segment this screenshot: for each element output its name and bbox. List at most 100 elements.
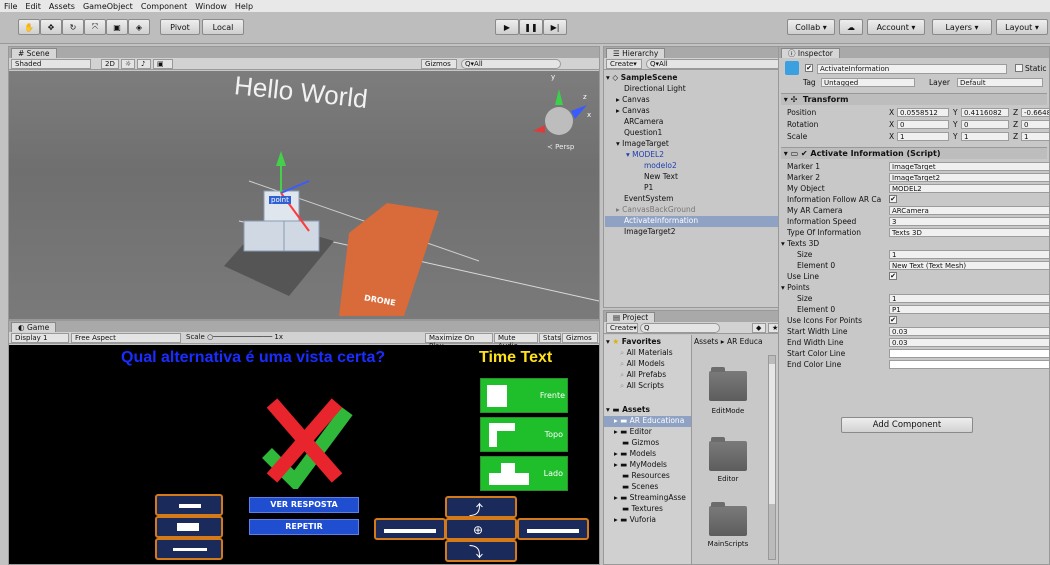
menu-edit[interactable]: Edit xyxy=(25,2,41,11)
transform-header[interactable]: ▾ ✣ Transform xyxy=(781,93,1047,105)
label-filter-icon[interactable]: ◆ xyxy=(752,323,766,333)
scale-z-field[interactable]: 1 xyxy=(1021,132,1049,141)
zoom-in-button[interactable] xyxy=(155,494,223,516)
asset-folder[interactable]: ▬ Textures xyxy=(622,504,663,513)
hierarchy-item[interactable]: ▾ ImageTarget xyxy=(616,139,669,148)
asset-folder-selected[interactable]: ▸ ▬ AR Educationa xyxy=(614,416,684,425)
assets-header[interactable]: ▾ ▬ Assets xyxy=(606,405,650,414)
my-object-field[interactable]: MODEL2 xyxy=(889,184,1049,193)
texts-size-field[interactable]: 1 xyxy=(889,250,1049,259)
use-line-checkbox[interactable]: ✔ xyxy=(889,272,897,280)
texts3d-foldout[interactable]: ▾ Texts 3D xyxy=(781,238,1045,249)
folder-icon[interactable] xyxy=(709,367,747,401)
center-button[interactable]: ⊕ xyxy=(445,518,517,540)
hierarchy-item[interactable]: New Text xyxy=(644,172,678,181)
marker1-field[interactable]: ImageTarget xyxy=(889,162,1049,171)
static-checkbox[interactable] xyxy=(1015,64,1023,72)
position-z-field[interactable]: -0.66483 xyxy=(1021,108,1049,117)
maximize-on-play-toggle[interactable]: Maximize On Play xyxy=(425,333,493,350)
add-component-button[interactable]: Add Component xyxy=(841,417,973,433)
position-y-field[interactable]: 0.4116082 xyxy=(961,108,1009,117)
end-width-field[interactable]: 0.03 xyxy=(889,338,1049,347)
project-create-button[interactable]: Create▾ xyxy=(606,323,638,333)
ar-camera-field[interactable]: ARCamera xyxy=(889,206,1049,215)
hand-tool-icon[interactable]: ✋ xyxy=(18,19,40,35)
scale-x-field[interactable]: 1 xyxy=(897,132,949,141)
asset-folder[interactable]: ▬ Resources xyxy=(622,471,670,480)
rotate-up-button[interactable]: ⤴ xyxy=(445,496,517,519)
info-type-dropdown[interactable]: Texts 3D xyxy=(889,228,1049,237)
menu-component[interactable]: Component xyxy=(141,2,187,11)
game-viewport[interactable]: Qual alternativa é uma vista certa? Time… xyxy=(9,345,599,564)
audio-icon[interactable]: ♪ xyxy=(137,59,151,69)
play-icon[interactable]: ▶ xyxy=(495,19,519,35)
asset-folder[interactable]: ▸ ▬ StreamingAsse xyxy=(614,493,686,502)
aspect-dropdown[interactable]: Free Aspect xyxy=(71,333,181,343)
script-header[interactable]: ▾ ▭ ✔ Activate Information (Script) xyxy=(781,147,1047,159)
lado-button[interactable]: Lado xyxy=(480,456,568,491)
rotate-right-button[interactable] xyxy=(517,518,589,540)
favorite-item[interactable]: ⌕ All Scripts xyxy=(620,381,664,391)
object-name-field[interactable]: ActivateInformation xyxy=(817,64,1007,74)
step-icon[interactable]: ▶| xyxy=(543,19,567,35)
menu-assets[interactable]: Assets xyxy=(49,2,75,11)
rotate-left-button[interactable] xyxy=(374,518,446,540)
start-color-field[interactable] xyxy=(889,349,1049,358)
rotation-z-field[interactable]: 0 xyxy=(1021,120,1049,129)
hierarchy-item[interactable]: ▸ Canvas xyxy=(616,95,650,104)
hierarchy-item[interactable]: ARCamera xyxy=(624,117,663,126)
2d-toggle[interactable]: 2D xyxy=(101,59,119,69)
follow-ar-checkbox[interactable]: ✔ xyxy=(889,195,897,203)
menu-window[interactable]: Window xyxy=(195,2,227,11)
hierarchy-item[interactable]: ▸ Canvas xyxy=(616,106,650,115)
rotate-down-button[interactable]: ⤵ xyxy=(445,540,517,562)
scene-viewport[interactable]: Hello World point DRONE y z x ≺ Persp xyxy=(9,70,599,319)
use-icons-checkbox[interactable]: ✔ xyxy=(889,316,897,324)
repetir-button[interactable]: REPETIR xyxy=(249,519,359,535)
tab-scene[interactable]: # Scene xyxy=(11,48,57,58)
hierarchy-item[interactable]: P1 xyxy=(644,183,653,192)
tag-dropdown[interactable]: Untagged xyxy=(821,78,915,87)
tab-game[interactable]: ◐ Game xyxy=(11,322,57,332)
topo-button[interactable]: Topo xyxy=(480,417,568,452)
move-tool-icon[interactable]: ✥ xyxy=(40,19,62,35)
favorite-item[interactable]: ⌕ All Materials xyxy=(620,348,673,358)
info-speed-field[interactable]: 3 xyxy=(889,217,1049,226)
favorite-item[interactable]: ⌕ All Prefabs xyxy=(620,370,666,380)
rotate-tool-icon[interactable]: ↻ xyxy=(62,19,84,35)
display-dropdown[interactable]: Display 1 xyxy=(11,333,69,343)
project-scrollbar[interactable] xyxy=(768,355,776,560)
layout-dropdown[interactable]: Layout ▾ xyxy=(996,19,1048,35)
end-color-field[interactable] xyxy=(889,360,1049,369)
gizmos-dropdown[interactable]: Gizmos xyxy=(421,59,457,69)
scene-root[interactable]: ▾ ◇ SampleScene xyxy=(606,73,677,82)
rotation-y-field[interactable]: 0 xyxy=(961,120,1009,129)
position-x-field[interactable]: 0.0558512 xyxy=(897,108,949,117)
tab-hierarchy[interactable]: ☰ Hierarchy xyxy=(606,48,666,58)
cloud-icon[interactable]: ☁ xyxy=(839,19,863,35)
menu-help[interactable]: Help xyxy=(235,2,253,11)
transform-tool-icon[interactable]: ◈ xyxy=(128,19,150,35)
favorite-item[interactable]: ⌕ All Models xyxy=(620,359,665,369)
asset-folder[interactable]: ▸ ▬ Vuforia xyxy=(614,515,656,524)
tab-inspector[interactable]: ⓘ Inspector xyxy=(781,48,840,58)
points-foldout[interactable]: ▾ Points xyxy=(781,282,1045,293)
scale-tool-icon[interactable]: ⤧ xyxy=(84,19,106,35)
hierarchy-item[interactable]: ImageTarget2 xyxy=(624,227,675,236)
pivot-button[interactable]: Pivot xyxy=(160,19,200,35)
scale-slider[interactable]: Scale ○────────────── 1x xyxy=(183,333,333,343)
hierarchy-item[interactable]: Question1 xyxy=(624,128,662,137)
hierarchy-item[interactable]: modelo2 xyxy=(644,161,677,170)
project-breadcrumb[interactable]: Assets ▸ AR Educa xyxy=(694,337,784,346)
frente-button[interactable]: Frente xyxy=(480,378,568,413)
menu-file[interactable]: File xyxy=(4,2,17,11)
ver-resposta-button[interactable]: VER RESPOSTA xyxy=(249,497,359,513)
asset-folder[interactable]: ▬ Scenes xyxy=(622,482,658,491)
persp-label[interactable]: ≺ Persp xyxy=(547,143,574,151)
zoom-out-button[interactable] xyxy=(155,538,223,560)
hierarchy-search-input[interactable]: Q▾All xyxy=(646,59,782,69)
local-button[interactable]: Local xyxy=(202,19,244,35)
points-size-field[interactable]: 1 xyxy=(889,294,1049,303)
active-checkbox[interactable]: ✔ xyxy=(805,64,813,72)
rotation-x-field[interactable]: 0 xyxy=(897,120,949,129)
